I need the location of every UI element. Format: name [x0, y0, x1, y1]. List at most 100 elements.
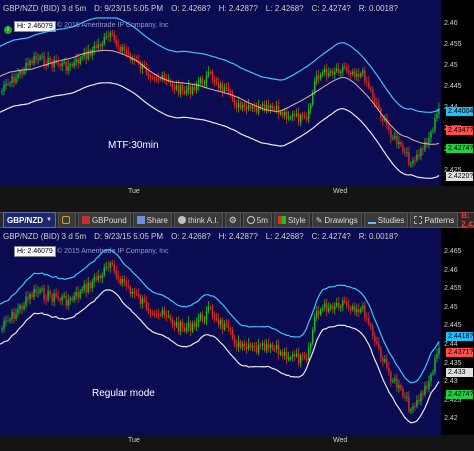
candle-body	[209, 307, 212, 309]
candle-body	[374, 97, 376, 103]
close-label: C: 2.4274?	[311, 3, 351, 13]
candle-body	[376, 341, 378, 344]
candle-body	[233, 338, 236, 345]
top-price-plot[interactable]	[0, 16, 441, 186]
candle-body	[241, 104, 244, 109]
candle-body	[23, 305, 25, 310]
timeframe-button[interactable]: 5m	[242, 212, 272, 228]
candle-body	[37, 59, 39, 61]
candle-body	[129, 286, 131, 294]
candle-body	[99, 275, 101, 279]
candle-body	[231, 92, 234, 101]
patterns-button[interactable]: Patterns	[410, 212, 459, 228]
candle-body	[95, 277, 97, 280]
low-label: L: 2.4268?	[265, 231, 304, 241]
candle-body	[291, 354, 294, 358]
candle-body	[285, 351, 288, 360]
candle-body	[225, 87, 228, 89]
candle-body	[89, 282, 91, 289]
top-time-axis[interactable]: Tue Wed	[0, 186, 474, 198]
studies-button[interactable]: Studies	[363, 212, 409, 228]
date-label: D: 9/23/15 5:05 PM	[94, 231, 164, 241]
candle-body	[137, 293, 140, 296]
candle-body	[342, 300, 344, 307]
candle-body	[221, 319, 224, 330]
candle-body	[225, 324, 228, 326]
candle-body	[47, 290, 49, 301]
candle-body	[73, 295, 75, 301]
candle-body	[41, 288, 43, 290]
candle-body	[117, 276, 119, 279]
candle-body	[275, 345, 278, 350]
candle-body	[61, 296, 63, 301]
candle-body	[281, 111, 284, 116]
symbol-selector[interactable]: GBP/NZD ▼	[3, 212, 56, 228]
candle-body	[51, 295, 53, 302]
link-button[interactable]	[57, 212, 76, 228]
candle-body	[279, 351, 282, 355]
candle-body	[33, 56, 35, 64]
candle-body	[91, 281, 93, 289]
candle-body	[29, 60, 31, 66]
gbpound-button[interactable]: GBPound	[77, 212, 131, 228]
price-tick-label: 2.435	[444, 359, 462, 367]
candle-body	[231, 329, 234, 339]
candle-body	[322, 307, 324, 310]
candle-body	[193, 86, 196, 90]
candle-body	[334, 71, 336, 75]
candle-body	[410, 409, 412, 412]
candle-body	[21, 305, 23, 310]
candle-body	[261, 104, 264, 107]
candle-body	[175, 322, 178, 327]
candle-body	[269, 105, 272, 109]
candle-body	[5, 84, 7, 86]
candle-body	[93, 45, 95, 50]
style-button[interactable]: Style	[273, 212, 310, 228]
x-label-wed: Wed	[333, 437, 348, 444]
bottom-price-plot[interactable]	[0, 244, 441, 435]
candle-body	[175, 85, 178, 90]
candle-body	[291, 114, 294, 118]
candle-body	[253, 345, 256, 347]
share-button[interactable]: Share	[132, 212, 173, 228]
candle-body	[187, 85, 190, 91]
bottom-time-axis[interactable]: Tue Wed	[0, 435, 474, 451]
price-tick-label: 2.42	[444, 415, 458, 423]
candle-body	[414, 160, 416, 162]
price-level-tag: 2.44004	[446, 107, 474, 116]
candle-body	[336, 302, 338, 307]
candle-body	[346, 67, 348, 71]
candle-body	[163, 310, 166, 315]
candle-body	[348, 305, 350, 308]
candle-body	[287, 117, 290, 119]
top-price-scale[interactable]	[441, 0, 474, 186]
settings-button[interactable]: ⚙	[224, 212, 241, 228]
candle-body	[326, 303, 328, 312]
candle-body	[384, 359, 386, 362]
think-ai-label: think A.I.	[188, 215, 219, 225]
candle-body	[316, 75, 318, 82]
pencil-icon: ✎	[315, 215, 323, 225]
gear-icon: ⚙	[228, 214, 237, 225]
candle-body	[57, 296, 59, 299]
x-label-tue: Tue	[128, 188, 140, 195]
think-ai-button[interactable]: think A.I.	[174, 212, 223, 228]
candle-body	[310, 343, 312, 349]
candle-body	[143, 298, 146, 302]
candle-body	[303, 115, 306, 118]
candle-body	[366, 317, 368, 319]
price-level-tag: 2.4371?	[446, 348, 474, 357]
drawings-button[interactable]: ✎ Drawings	[311, 212, 362, 228]
candle-body	[39, 289, 41, 293]
candle-body	[380, 348, 382, 359]
style-icon	[277, 216, 286, 224]
candle-body	[45, 299, 47, 301]
candle-body	[424, 385, 426, 395]
close-label: C: 2.4274?	[311, 231, 351, 241]
mtf-annotation: MTF:30min	[108, 140, 159, 151]
date-label: D: 9/23/15 5:05 PM	[94, 3, 164, 13]
candle-body	[293, 114, 296, 116]
candle-body	[245, 107, 248, 110]
candle-body	[255, 107, 258, 113]
candle-body	[159, 314, 162, 316]
